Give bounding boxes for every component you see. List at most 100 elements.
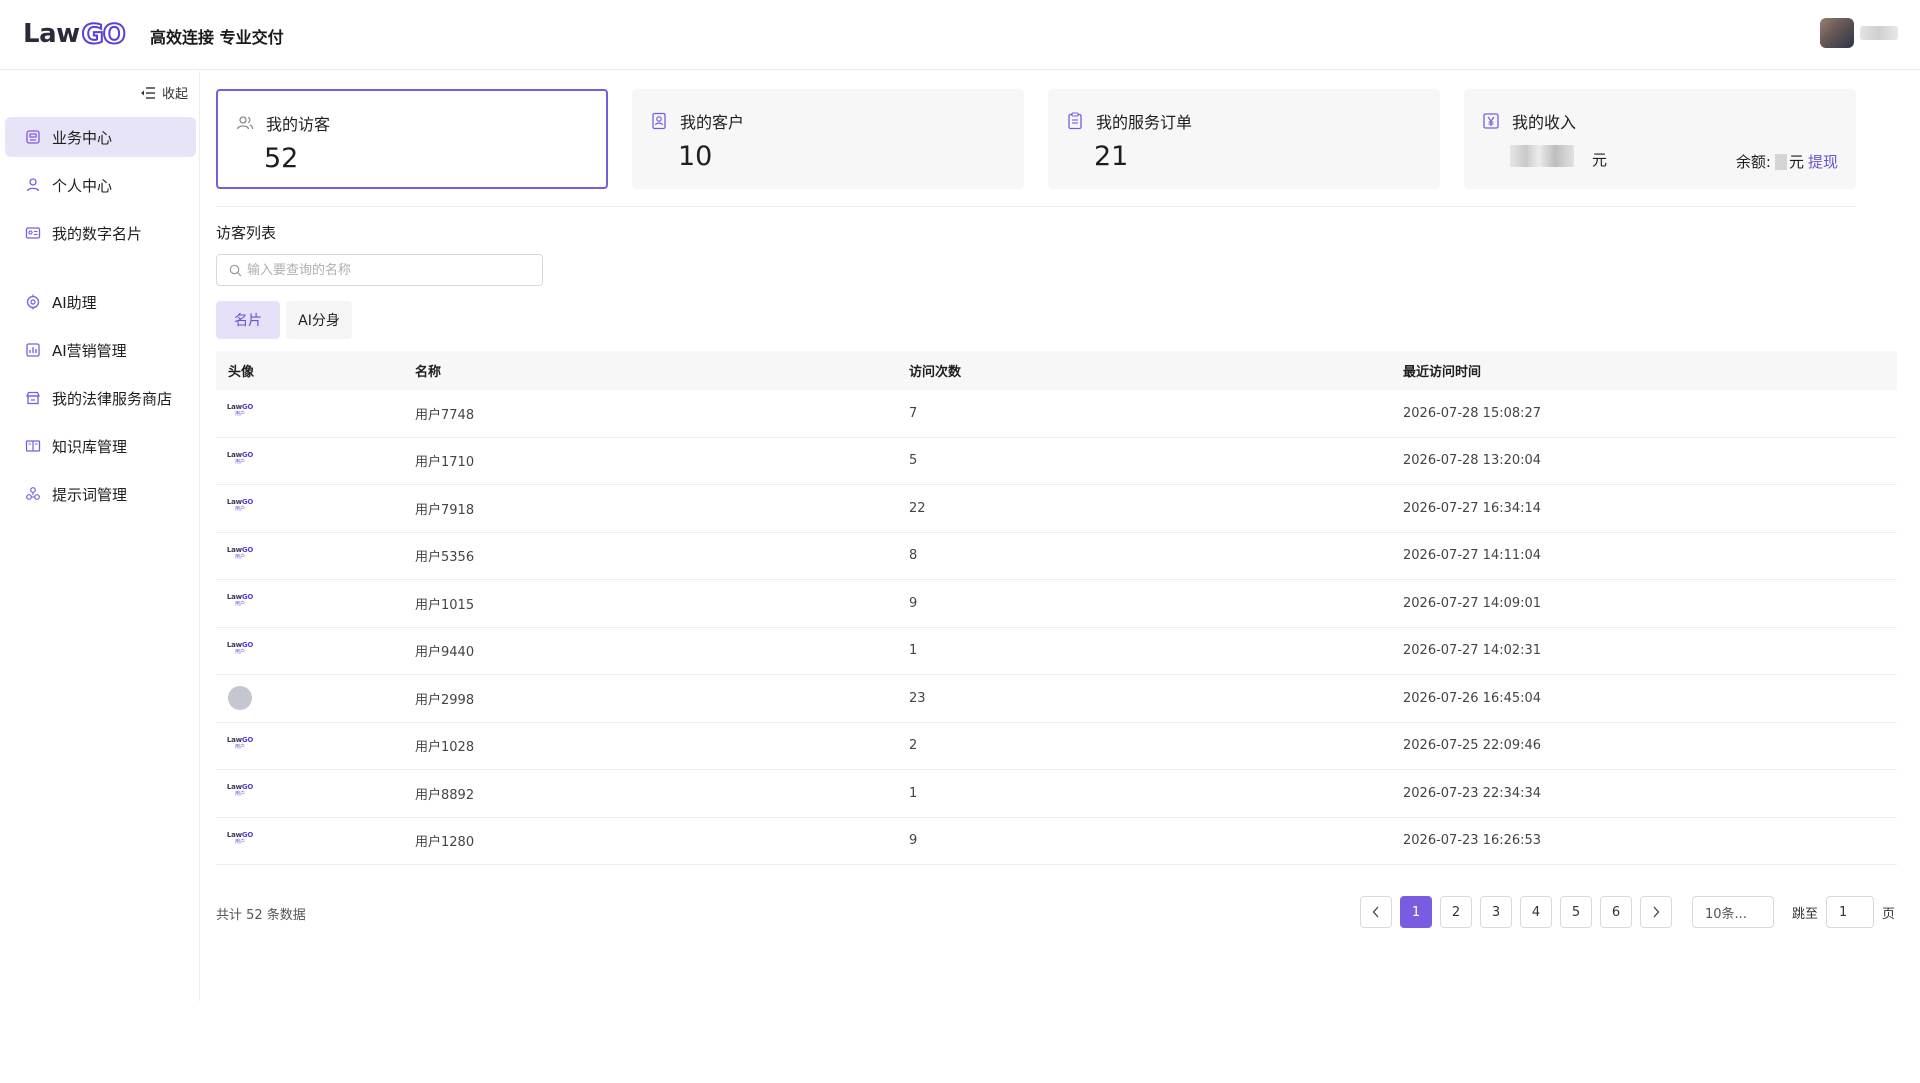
cell-name: 用户7748	[415, 407, 475, 423]
mini-logo-text: LawGO	[226, 545, 254, 554]
mini-logo-text: LawGO	[226, 640, 254, 649]
table-row[interactable]: LawGO 用户 用户9440 1 2026-07-27 14:02:31	[216, 628, 1897, 675]
client-card-icon	[652, 112, 666, 130]
page-button-1[interactable]: 1	[1400, 896, 1432, 928]
table-row[interactable]: LawGO 用户 用户1015 9 2026-07-27 14:09:01	[216, 580, 1897, 628]
table-row[interactable]: LawGO 用户 用户7918 22 2026-07-27 16:34:14	[216, 485, 1897, 533]
stat-value: 10	[678, 141, 713, 172]
visitor-tabs: 名片 AI分身	[216, 301, 358, 339]
visitor-list-title: 访客列表	[216, 224, 277, 242]
cell-last-visit: 2026-07-27 14:02:31	[1403, 643, 1542, 659]
column-header-name: 名称	[415, 365, 442, 380]
sidebar-item-ai-assistant[interactable]: AI助理	[5, 282, 196, 322]
cell-visits: 1	[909, 643, 918, 659]
table-row[interactable]: LawGO 用户 用户7748 7 2026-07-28 15:08:27	[216, 390, 1897, 438]
table-row[interactable]: LawGO 用户 用户1028 2 2026-07-25 22:09:46	[216, 723, 1897, 770]
card-icon	[25, 225, 41, 241]
column-header-last-visit: 最近访问时间	[1403, 365, 1482, 380]
cell-avatar: LawGO 用户	[216, 736, 415, 755]
page-button-6[interactable]: 6	[1600, 896, 1632, 928]
sidebar-item-digital-card[interactable]: 我的数字名片	[5, 213, 196, 253]
tab-card[interactable]: 名片	[216, 301, 280, 339]
table-header: 头像 名称 访问次数 最近访问时间	[216, 351, 1897, 390]
cell-avatar: LawGO 用户	[216, 404, 415, 422]
cell-name: 用户1015	[415, 597, 475, 613]
stat-card-orders[interactable]: 我的服务订单 21	[1048, 89, 1440, 189]
sidebar-item-ai-marketing[interactable]: AI营销管理	[5, 330, 196, 370]
user-avatar[interactable]	[1820, 18, 1898, 48]
search-box[interactable]	[216, 254, 543, 286]
cell-avatar	[216, 686, 415, 711]
sidebar-item-label: 知识库管理	[52, 437, 128, 456]
table-row[interactable]: LawGO 用户 用户1710 5 2026-07-28 13:20:04	[216, 438, 1897, 485]
table-row[interactable]: LawGO 用户 用户8892 1 2026-07-23 22:34:34	[216, 770, 1897, 818]
search-input[interactable]	[247, 262, 527, 278]
page-numbers: 123456	[1400, 896, 1640, 928]
cell-last-visit: 2026-07-25 22:09:46	[1403, 738, 1542, 754]
next-page-button[interactable]	[1640, 896, 1672, 928]
sidebar-item-prompt-mgmt[interactable]: 提示词管理	[5, 474, 196, 514]
stat-label: 我的收入	[1512, 113, 1577, 132]
stat-card-title: 我的收入	[1482, 109, 1576, 133]
cell-avatar: LawGO 用户	[216, 831, 415, 850]
collapse-button[interactable]: 收起	[140, 83, 188, 102]
jump-input[interactable]: 1	[1826, 896, 1875, 928]
page-button-3[interactable]: 3	[1480, 896, 1512, 928]
sidebar-item-personal[interactable]: 个人中心	[5, 165, 196, 205]
lawgo-avatar-icon: LawGO 用户	[227, 594, 254, 612]
table-row[interactable]: LawGO 用户 用户5356 8 2026-07-27 14:11:04	[216, 533, 1897, 580]
book-icon	[25, 438, 41, 454]
mini-logo-sub: 用户	[234, 601, 245, 608]
stat-card-income[interactable]: 我的收入 元 余额: 元 提现	[1464, 89, 1856, 189]
stat-card-clients[interactable]: 我的客户 10	[632, 89, 1024, 189]
cell-avatar: LawGO 用户	[216, 545, 415, 565]
chart-icon	[25, 342, 41, 358]
cell-last-visit: 2026-07-27 14:11:04	[1403, 548, 1542, 564]
mini-logo-sub: 用户	[234, 458, 245, 465]
cell-avatar: LawGO 用户	[216, 499, 415, 517]
lawgo-logo[interactable]: Law GO	[23, 16, 127, 52]
cell-last-visit: 2026-07-26 16:45:04	[1403, 690, 1542, 706]
table-body: LawGO 用户 用户7748 7 2026-07-28 15:08:27 LawGO 用户…	[216, 390, 1897, 865]
cell-name: 用户8892	[415, 787, 475, 803]
page-button-2[interactable]: 2	[1440, 896, 1472, 928]
logo-law-text: Law	[23, 19, 80, 49]
total-count: 共计 52 条数据	[216, 908, 306, 923]
tab-ai-avatar[interactable]: AI分身	[286, 301, 352, 339]
cell-avatar: LawGO 用户	[216, 784, 415, 802]
cell-name: 用户1710	[415, 455, 475, 471]
app-window: Law GO 高效连接 专业交付 收起 业务中心 个人中心 我的数字名片 AI助…	[0, 0, 1920, 1001]
sidebar-item-legal-store[interactable]: 我的法律服务商店	[5, 378, 196, 418]
page-size-select[interactable]: 10条...	[1692, 896, 1774, 928]
divider	[216, 206, 1856, 207]
prev-page-button[interactable]	[1360, 896, 1392, 928]
lawgo-avatar-icon: LawGO 用户	[227, 831, 254, 850]
cell-avatar: LawGO 用户	[216, 640, 415, 660]
cell-name: 用户9440	[415, 645, 475, 661]
stat-label: 我的访客	[266, 115, 331, 134]
cell-last-visit: 2026-07-28 13:20:04	[1403, 453, 1542, 469]
sidebar: 收起 业务中心 个人中心 我的数字名片 AI助理 AI营销管理 我的法律服务商店	[0, 71, 200, 1001]
collapse-icon	[140, 86, 156, 100]
cell-avatar: LawGO 用户	[216, 451, 415, 470]
collapse-label: 收起	[162, 87, 189, 102]
page-button-4[interactable]: 4	[1520, 896, 1552, 928]
column-header-visits: 访问次数	[909, 365, 962, 380]
sidebar-item-knowledge-base[interactable]: 知识库管理	[5, 426, 196, 466]
withdraw-link[interactable]: 提现	[1808, 151, 1838, 172]
mini-logo-sub: 用户	[234, 743, 245, 750]
page-button-5[interactable]: 5	[1560, 896, 1592, 928]
sidebar-item-business[interactable]: 业务中心	[5, 117, 196, 157]
sidebar-item-label: 我的法律服务商店	[52, 389, 173, 408]
table-row[interactable]: LawGO 用户 用户1280 9 2026-07-23 16:26:53	[216, 818, 1897, 865]
cell-last-visit: 2026-07-27 16:34:14	[1403, 500, 1542, 516]
cell-visits: 23	[909, 690, 926, 706]
business-icon	[25, 129, 41, 145]
search-icon	[229, 264, 242, 276]
sidebar-item-label: AI营销管理	[52, 341, 127, 360]
lawgo-avatar-icon: LawGO 用户	[227, 451, 254, 470]
table-row[interactable]: 用户2998 23 2026-07-26 16:45:04	[216, 675, 1897, 723]
cell-name: 用户7918	[415, 502, 475, 518]
stat-label: 我的客户	[680, 113, 745, 132]
stat-card-visitors[interactable]: 我的访客 52	[216, 89, 608, 189]
